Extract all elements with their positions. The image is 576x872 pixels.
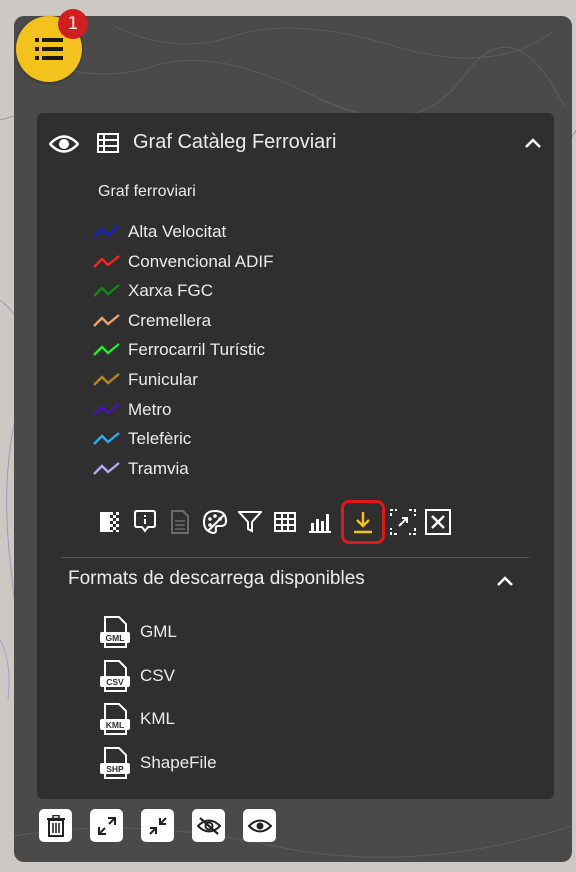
legend-item: Alta Velocitat	[92, 219, 226, 245]
trash-icon	[46, 814, 65, 837]
file-icon-label: SHP	[106, 764, 124, 774]
legend-item-label: Ferrocarril Turístic	[128, 340, 265, 360]
eye-off-icon	[196, 816, 221, 835]
legend-item: Ferrocarril Turístic	[92, 337, 265, 363]
file-csv-icon: CSV	[100, 659, 130, 692]
legend-item-label: Funicular	[128, 370, 198, 389]
filter-icon	[238, 511, 262, 533]
zoom-extent-icon	[390, 509, 416, 535]
download-format-label: GML	[140, 622, 177, 641]
legend-item: Cremellera	[92, 308, 211, 334]
bottom-toolbar	[39, 809, 294, 842]
legend-item: Xarxa FGC	[92, 278, 213, 304]
legend-group-title: Graf ferroviari	[98, 183, 196, 200]
remove-layer-tool-button[interactable]	[422, 506, 454, 538]
chart-icon	[309, 514, 331, 533]
download-format-label: KML	[140, 709, 175, 728]
legend-item: Convencional ADIF	[92, 249, 274, 275]
zoom-extent-tool-button[interactable]	[387, 506, 419, 538]
eye-icon	[247, 819, 272, 832]
line-symbol-icon	[93, 343, 120, 357]
opacity-icon	[100, 512, 119, 532]
download-format-shapefile[interactable]: SHP ShapeFile	[99, 746, 217, 780]
legend-item-label: Convencional ADIF	[128, 251, 274, 271]
info-tool-button[interactable]	[129, 506, 161, 538]
download-tool-button[interactable]	[341, 500, 385, 544]
line-symbol-icon	[93, 461, 120, 475]
opacity-tool-button[interactable]	[94, 506, 126, 538]
hide-all-button[interactable]	[192, 809, 225, 842]
metadata-tool-button[interactable]	[164, 506, 196, 538]
legend-item: Tramvia	[92, 456, 189, 482]
line-symbol-icon	[93, 432, 120, 446]
divider	[61, 557, 529, 558]
document-icon	[171, 510, 189, 534]
legend-item: Funicular	[92, 367, 198, 393]
palette-icon	[202, 509, 228, 535]
show-all-button[interactable]	[243, 809, 276, 842]
table-tool-button[interactable]	[269, 506, 301, 538]
download-format-csv[interactable]: CSV CSV	[99, 659, 175, 693]
collapse-all-button[interactable]	[141, 809, 174, 842]
collapse-icon	[148, 816, 167, 835]
legend-item-label: Tramvia	[128, 458, 189, 478]
close-icon	[425, 509, 451, 535]
line-symbol-icon	[93, 373, 120, 386]
download-icon	[354, 512, 372, 534]
legend-item: Metro	[92, 397, 171, 423]
table-icon	[97, 133, 119, 153]
notification-badge: 1	[58, 9, 88, 39]
layer-toolbar	[94, 500, 457, 544]
file-gml-icon: GML	[100, 616, 130, 648]
legend-item: Telefèric	[92, 426, 191, 452]
download-formats-title: Formats de descarrega disponibles	[68, 568, 365, 589]
expand-all-button[interactable]	[90, 809, 123, 842]
legend-item-label: Telefèric	[128, 429, 192, 449]
table-icon	[274, 512, 296, 532]
legend-item-label: Cremellera	[128, 310, 212, 330]
layer-header[interactable]: Graf Catàleg Ferroviari	[37, 113, 554, 177]
layer-card: Graf Catàleg Ferroviari Graf ferroviari …	[37, 113, 554, 799]
line-symbol-icon	[93, 284, 120, 298]
file-icon-label: KML	[106, 720, 124, 730]
line-symbol-icon	[93, 254, 120, 268]
expand-icon	[97, 816, 116, 835]
download-format-gml[interactable]: GML GML	[99, 615, 177, 649]
style-tool-button[interactable]	[199, 506, 231, 538]
info-icon	[134, 510, 156, 533]
chevron-up-icon[interactable]	[496, 575, 514, 587]
eye-icon[interactable]	[49, 133, 79, 155]
file-shp-icon: SHP	[100, 746, 130, 779]
legend-item-label: Xarxa FGC	[128, 281, 214, 301]
chart-tool-button[interactable]	[304, 506, 336, 538]
legend-item-label: Alta Velocitat	[128, 222, 227, 241]
layer-title: Graf Catàleg Ferroviari	[133, 131, 337, 153]
chevron-up-icon[interactable]	[524, 137, 542, 149]
download-format-label: ShapeFile	[140, 752, 217, 772]
line-symbol-icon	[93, 313, 120, 327]
file-kml-icon: KML	[100, 703, 130, 735]
line-symbol-icon	[93, 402, 120, 416]
download-format-kml[interactable]: KML KML	[99, 702, 175, 736]
line-symbol-icon	[93, 225, 120, 238]
delete-all-button[interactable]	[39, 809, 72, 842]
download-format-label: CSV	[140, 665, 175, 685]
legend-item-label: Metro	[128, 399, 172, 419]
filter-tool-button[interactable]	[234, 506, 266, 538]
list-icon	[35, 38, 63, 60]
file-icon-label: GML	[106, 633, 125, 643]
file-icon-label: CSV	[106, 677, 124, 687]
